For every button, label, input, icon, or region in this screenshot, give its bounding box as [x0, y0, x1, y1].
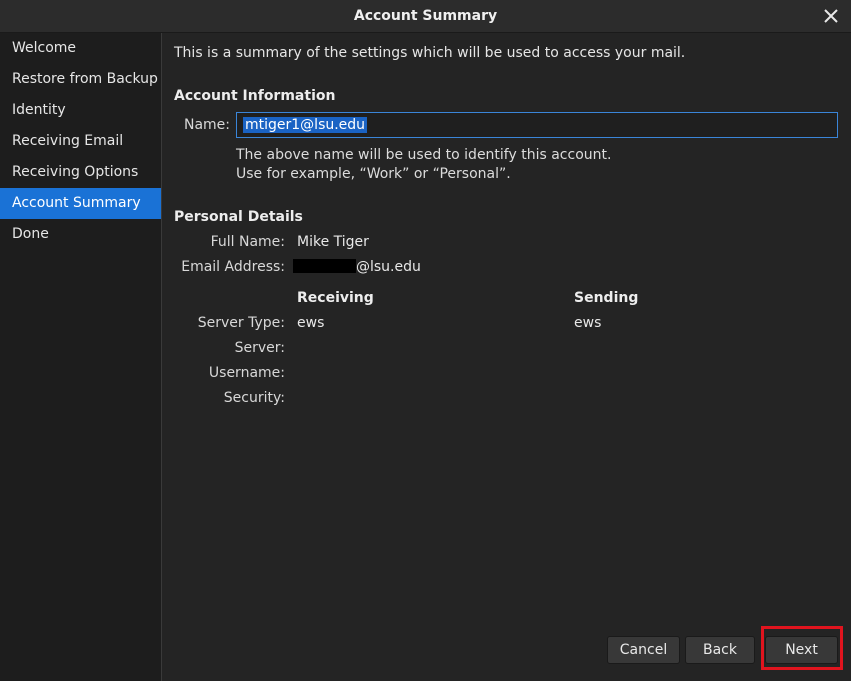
main-panel: This is a summary of the settings which … [162, 33, 851, 681]
full-name-label: Full Name: [210, 234, 285, 250]
receiving-server-type: ews [297, 315, 325, 331]
sidebar-item-welcome[interactable]: Welcome [0, 33, 161, 64]
server-label: Server: [234, 340, 285, 356]
personal-details-heading: Personal Details [174, 209, 303, 225]
redacted-block [293, 259, 356, 273]
server-type-label: Server Type: [197, 315, 285, 331]
account-information-heading: Account Information [174, 88, 336, 104]
close-icon [824, 9, 838, 23]
sidebar-item-identity[interactable]: Identity [0, 95, 161, 126]
name-label: Name: [183, 117, 230, 133]
sidebar: Welcome Restore from Backup Identity Rec… [0, 33, 162, 681]
sidebar-item-account-summary[interactable]: Account Summary [0, 188, 161, 219]
close-button[interactable] [819, 4, 843, 28]
title-bar: Account Summary [0, 0, 851, 33]
name-hint-line-2: Use for example, “Work” or “Personal”. [236, 166, 511, 182]
back-button[interactable]: Back [685, 636, 755, 664]
window-title: Account Summary [353, 8, 498, 24]
sidebar-item-restore-from-backup[interactable]: Restore from Backup [0, 64, 161, 95]
sidebar-item-receiving-options[interactable]: Receiving Options [0, 157, 161, 188]
sending-heading: Sending [574, 290, 639, 306]
sidebar-item-receiving-email[interactable]: Receiving Email [0, 126, 161, 157]
sidebar-item-done[interactable]: Done [0, 219, 161, 250]
cancel-button[interactable]: Cancel [607, 636, 680, 664]
email-domain: @lsu.edu [356, 259, 421, 275]
name-hint-line-1: The above name will be used to identify … [236, 147, 612, 163]
full-name-value: Mike Tiger [297, 234, 369, 250]
username-label: Username: [208, 365, 285, 381]
security-label: Security: [223, 390, 285, 406]
receiving-heading: Receiving [297, 290, 374, 306]
account-name-input[interactable]: mtiger1@lsu.edu [236, 112, 838, 138]
intro-text: This is a summary of the settings which … [174, 45, 686, 61]
email-address-value: @lsu.edu [293, 259, 421, 275]
account-name-value: mtiger1@lsu.edu [243, 117, 368, 133]
email-address-label: Email Address: [181, 259, 285, 275]
next-button-highlight [761, 626, 843, 670]
sending-server-type: ews [574, 315, 602, 331]
